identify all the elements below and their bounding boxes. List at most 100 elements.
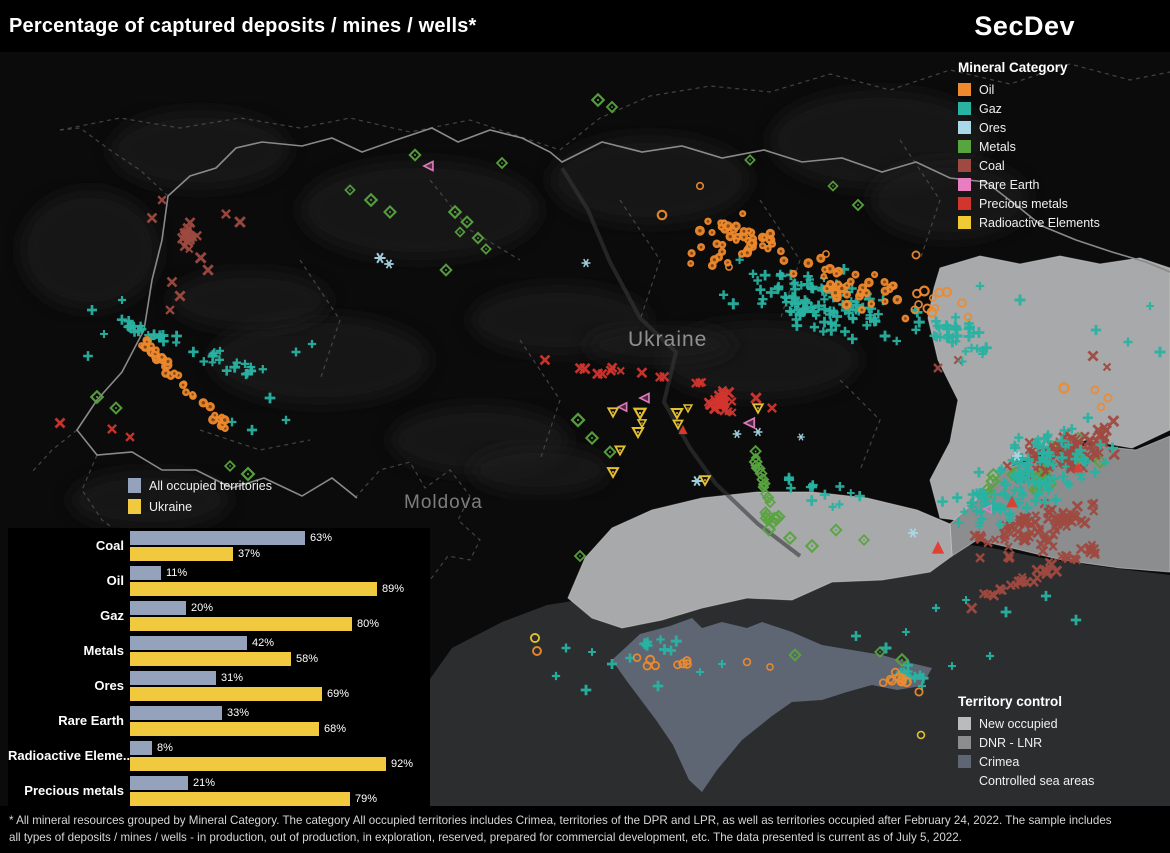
territory-legend-item-sea[interactable]: Controlled sea areas: [958, 771, 1094, 790]
chart-legend-item-1[interactable]: Ukraine: [128, 496, 272, 517]
deposit-marker-oil[interactable]: [852, 271, 860, 279]
deposit-marker-oil[interactable]: [902, 315, 910, 323]
deposit-marker-oil[interactable]: [745, 227, 752, 234]
mineral-legend-item-gaz[interactable]: Gaz: [958, 99, 1100, 118]
deposit-marker-oil[interactable]: [816, 254, 825, 263]
deposit-marker-oil[interactable]: [881, 298, 888, 305]
deposit-marker-oil[interactable]: [843, 291, 851, 299]
territory-legend-item-crimea[interactable]: Crimea: [958, 752, 1094, 771]
bar-radioactive-eleme--1[interactable]: [130, 757, 386, 771]
deposit-marker-oil[interactable]: [833, 270, 841, 278]
deposit-marker-oil[interactable]: [710, 255, 719, 264]
deposit-marker-oil[interactable]: [739, 210, 746, 217]
chart-category-label: Metals: [8, 643, 130, 658]
deposit-marker-oil[interactable]: [826, 280, 835, 289]
deposit-marker-oil[interactable]: [821, 266, 828, 273]
deposit-marker-oil[interactable]: [718, 248, 726, 256]
bar-value-label: 21%: [193, 777, 215, 789]
deposit-marker-oil[interactable]: [708, 229, 715, 236]
deposit-marker-oil[interactable]: [777, 247, 785, 255]
deposit-marker-oil[interactable]: [880, 278, 888, 286]
bar-ores-0[interactable]: [130, 671, 216, 685]
mineral-legend-item-precious[interactable]: Precious metals: [958, 194, 1100, 213]
bar-coal-0[interactable]: [130, 531, 305, 545]
mineral-category-legend: Mineral Category OilGazOresMetalsCoalRar…: [958, 60, 1100, 232]
deposit-marker-oil[interactable]: [206, 402, 215, 411]
deposit-marker-oil[interactable]: [857, 288, 864, 295]
bar-metals-1[interactable]: [130, 652, 291, 666]
mineral-legend-item-rare[interactable]: Rare Earth: [958, 175, 1100, 194]
deposit-marker-oil[interactable]: [843, 282, 850, 289]
deposit-marker-oil[interactable]: [864, 278, 874, 288]
deposit-marker-oil[interactable]: [687, 260, 694, 267]
bar-gaz-1[interactable]: [130, 617, 352, 631]
mineral-legend-item-oil[interactable]: Oil: [958, 80, 1100, 99]
chart-category-label: Oil: [8, 573, 130, 588]
deposit-marker-oil[interactable]: [835, 281, 843, 289]
chart-row: Rare Earth33%68%: [8, 703, 430, 738]
bar-value-label: 8%: [157, 742, 173, 754]
deposit-marker-oil[interactable]: [748, 239, 757, 248]
legend-swatch: [958, 121, 971, 134]
deposit-marker-oil[interactable]: [780, 256, 789, 265]
deposit-marker-oil[interactable]: [893, 295, 903, 305]
deposit-marker-oil[interactable]: [871, 271, 878, 278]
deposit-marker-oil[interactable]: [765, 236, 772, 243]
deposit-marker-oil[interactable]: [712, 239, 721, 248]
bar-value-label: 20%: [191, 602, 213, 614]
mineral-legend-item-coal[interactable]: Coal: [958, 156, 1100, 175]
deposit-marker-oil[interactable]: [724, 259, 732, 267]
bar-oil-1[interactable]: [130, 582, 377, 596]
deposit-marker-oil[interactable]: [803, 258, 813, 268]
deposit-marker-oil[interactable]: [179, 381, 187, 389]
chart-category-label: Coal: [8, 538, 130, 553]
bar-radioactive-eleme--0[interactable]: [130, 741, 152, 755]
bar-gaz-0[interactable]: [130, 601, 186, 615]
deposit-marker-oil[interactable]: [881, 287, 890, 296]
deposit-marker-oil[interactable]: [704, 218, 711, 225]
bar-rare-earth-0[interactable]: [130, 706, 222, 720]
bar-precious-metals-1[interactable]: [130, 792, 350, 806]
mineral-legend-item-ores[interactable]: Ores: [958, 118, 1100, 137]
deposit-marker-oil[interactable]: [867, 300, 875, 308]
bar-precious-metals-0[interactable]: [130, 776, 188, 790]
territory-legend-item-dnr-lnr[interactable]: DNR - LNR: [958, 733, 1094, 752]
deposit-marker-oil[interactable]: [759, 242, 766, 249]
bar-value-label: 89%: [382, 583, 404, 595]
footnote-line-1: * All mineral resources grouped by Miner…: [9, 812, 1161, 829]
bar-oil-0[interactable]: [130, 566, 161, 580]
deposit-marker-oil[interactable]: [220, 415, 230, 425]
legend-swatch: [958, 140, 971, 153]
deposit-marker-oil[interactable]: [858, 306, 866, 314]
deposit-marker-oil[interactable]: [688, 249, 696, 257]
chart-row: Coal63%37%: [8, 528, 430, 563]
chart-category-label: Ores: [8, 678, 130, 693]
deposit-marker-oil[interactable]: [790, 270, 798, 278]
legend-label: Radioactive Elements: [979, 216, 1100, 230]
chart-bars: 20%80%: [130, 600, 430, 632]
bar-ores-1[interactable]: [130, 687, 322, 701]
deposit-marker-oil[interactable]: [189, 391, 196, 398]
deposit-marker-oil[interactable]: [153, 346, 160, 353]
captured-percentage-bar-chart: Coal63%37%Oil11%89%Gaz20%80%Metals42%58%…: [8, 528, 430, 810]
bar-metals-0[interactable]: [130, 636, 247, 650]
deposit-marker-oil[interactable]: [842, 300, 852, 310]
deposit-marker-oil[interactable]: [723, 221, 733, 231]
bar-rare-earth-1[interactable]: [130, 722, 319, 736]
deposit-marker-oil[interactable]: [697, 243, 705, 251]
mineral-legend-item-radio[interactable]: Radioactive Elements: [958, 213, 1100, 232]
legend-label: Ores: [979, 121, 1006, 135]
deposit-marker-oil[interactable]: [170, 370, 178, 378]
mineral-legend-item-metals[interactable]: Metals: [958, 137, 1100, 156]
bar-value-label: 58%: [296, 653, 318, 665]
legend-label: Crimea: [979, 755, 1019, 769]
bar-coal-1[interactable]: [130, 547, 233, 561]
deposit-marker-oil[interactable]: [695, 226, 705, 236]
deposit-marker-oil[interactable]: [140, 342, 149, 351]
bar-chart-legend: All occupied territoriesUkraine: [128, 475, 272, 517]
deposit-marker-oil[interactable]: [182, 388, 190, 396]
chart-legend-item-0[interactable]: All occupied territories: [128, 475, 272, 496]
deposit-marker-oil[interactable]: [164, 357, 173, 366]
deposit-marker-oil[interactable]: [820, 273, 827, 280]
territory-legend-item-new-occupied[interactable]: New occupied: [958, 714, 1094, 733]
